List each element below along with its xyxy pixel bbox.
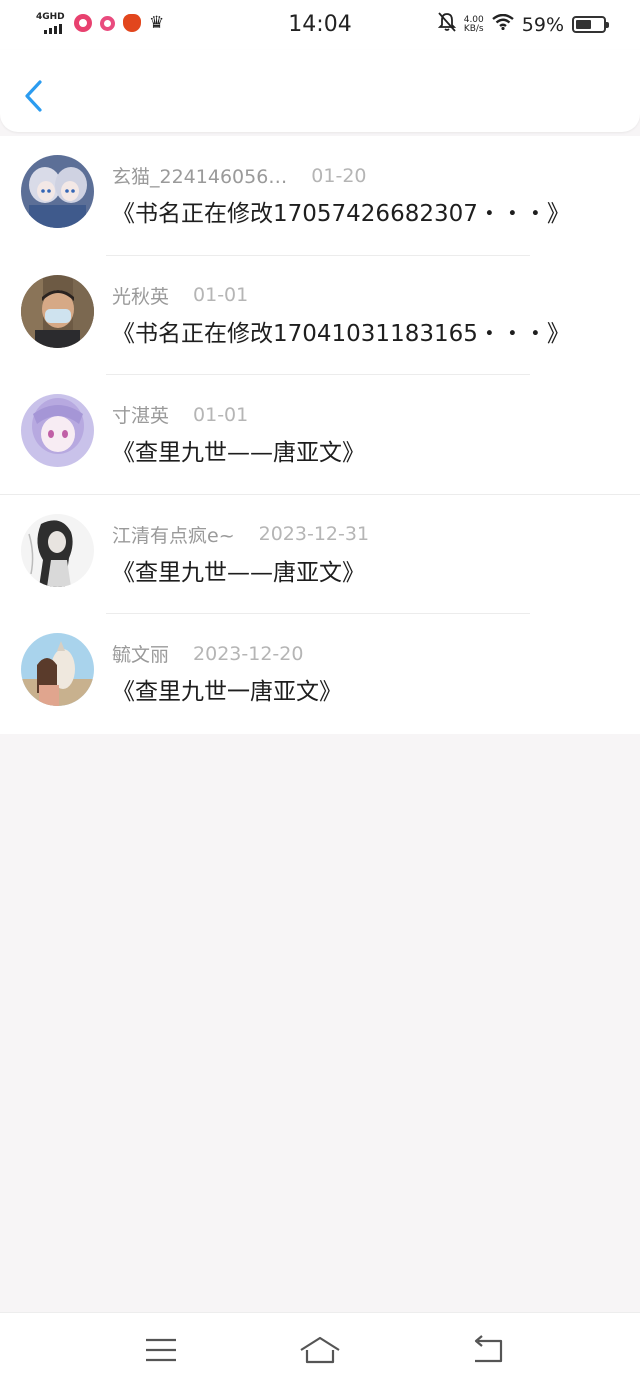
avatar[interactable] bbox=[21, 513, 94, 587]
item-date: 01-01 bbox=[193, 403, 249, 426]
item-meta: 毓文丽 2023-12-20 bbox=[112, 640, 303, 667]
home-icon bbox=[300, 1336, 340, 1364]
back-nav-button[interactable] bbox=[468, 1333, 508, 1367]
list-item[interactable]: 江清有点疯e~ 2023-12-31 《查里九世——唐亚文》 bbox=[0, 494, 640, 615]
battery-percent: 59% bbox=[521, 13, 564, 36]
status-right: 4.00 KB/s 59% bbox=[437, 12, 609, 37]
battery-icon bbox=[572, 16, 609, 33]
list-item[interactable]: 玄猫_224146056… 01-20 《书名正在修改1705742668230… bbox=[0, 136, 640, 256]
item-meta: 光秋英 01-01 bbox=[112, 282, 248, 309]
nav-header bbox=[0, 50, 640, 132]
chevron-left-icon bbox=[25, 80, 42, 112]
item-date: 2023-12-31 bbox=[258, 523, 370, 546]
book-title: 《查里九世一唐亚文》 bbox=[112, 679, 342, 706]
item-date: 01-20 bbox=[311, 164, 367, 187]
user-name: 江清有点疯e~ bbox=[112, 524, 235, 547]
list-item[interactable]: 光秋英 01-01 《书名正在修改17041031183165・・・》 bbox=[0, 255, 640, 376]
bell-off-icon bbox=[437, 12, 456, 37]
book-title: 《查里九世——唐亚文》 bbox=[112, 559, 365, 586]
back-icon bbox=[474, 1335, 503, 1363]
menu-button[interactable] bbox=[141, 1333, 181, 1367]
user-name: 寸湛英 bbox=[112, 405, 170, 428]
book-title: 《查里九世——唐亚文》 bbox=[112, 440, 365, 467]
avatar[interactable] bbox=[21, 155, 94, 228]
user-name: 毓文丽 bbox=[112, 644, 170, 667]
avatar[interactable] bbox=[21, 274, 94, 348]
menu-icon bbox=[146, 1338, 176, 1362]
back-button[interactable] bbox=[18, 76, 52, 116]
item-meta: 玄猫_224146056… 01-20 bbox=[112, 162, 367, 189]
message-list: 玄猫_224146056… 01-20 《书名正在修改1705742668230… bbox=[0, 136, 640, 734]
item-meta: 寸湛英 01-01 bbox=[112, 401, 248, 428]
user-name: 光秋英 bbox=[112, 285, 170, 308]
avatar[interactable] bbox=[21, 633, 94, 707]
system-nav-bar bbox=[0, 1312, 640, 1387]
wifi-icon bbox=[492, 13, 514, 35]
status-bar: 4GHD ♛ 14:04 4.00 KB/s 59% bbox=[0, 0, 640, 50]
screen: 4GHD ♛ 14:04 4.00 KB/s 59% 玄猫_224146056…… bbox=[0, 0, 640, 1387]
user-name: 玄猫_224146056… bbox=[112, 166, 288, 188]
list-item[interactable]: 毓文丽 2023-12-20 《查里九世一唐亚文》 bbox=[0, 614, 640, 734]
item-meta: 江清有点疯e~ 2023-12-31 bbox=[112, 521, 369, 548]
avatar[interactable] bbox=[21, 394, 94, 468]
item-date: 01-01 bbox=[193, 284, 249, 307]
book-title: 《书名正在修改17057426682307・・・》 bbox=[112, 201, 570, 227]
home-button[interactable] bbox=[298, 1333, 342, 1367]
network-speed: 4.00 KB/s bbox=[463, 14, 484, 34]
item-date: 2023-12-20 bbox=[193, 642, 304, 665]
book-title: 《书名正在修改17041031183165・・・》 bbox=[112, 320, 570, 347]
list-item[interactable]: 寸湛英 01-01 《查里九世——唐亚文》 bbox=[0, 375, 640, 495]
